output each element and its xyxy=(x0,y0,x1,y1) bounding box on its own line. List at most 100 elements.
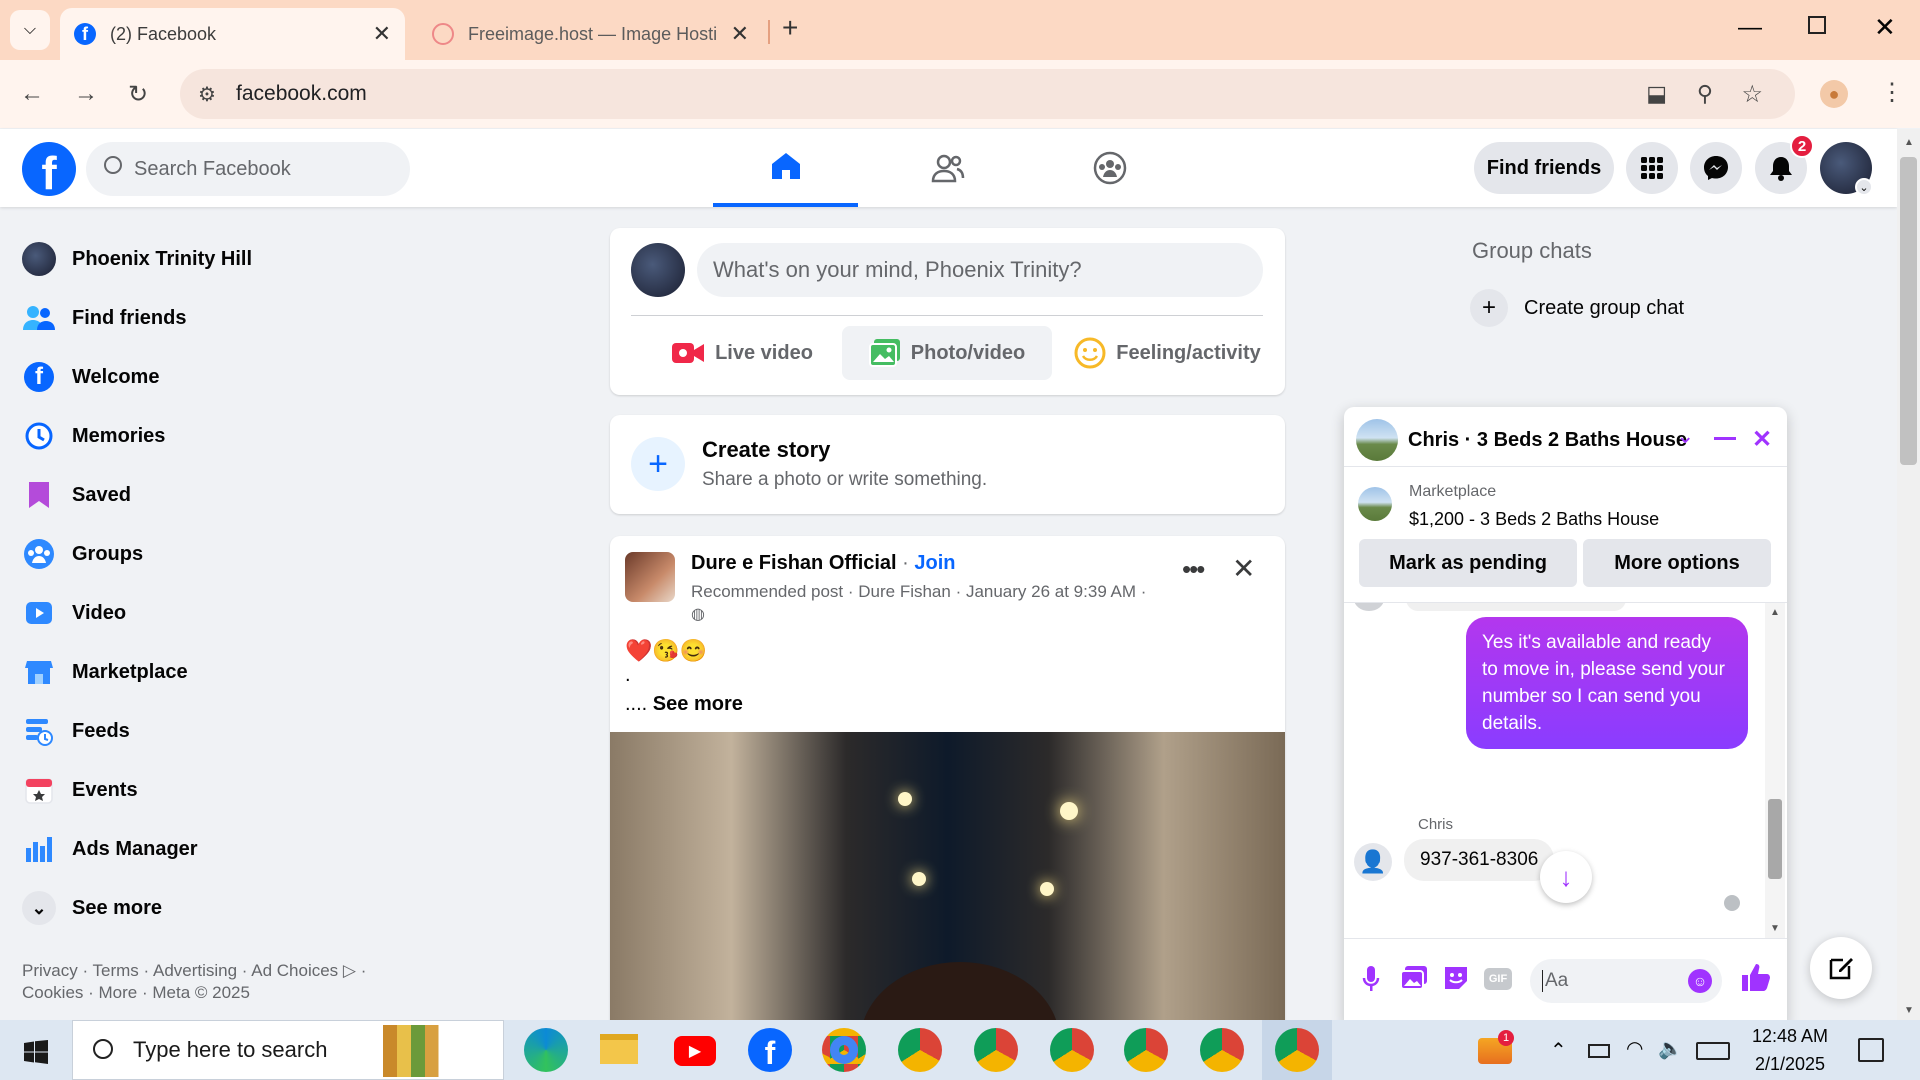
restore-icon[interactable] xyxy=(1808,16,1826,34)
photo-video-button[interactable]: Photo/video xyxy=(842,326,1052,380)
sidebar-item-see-more[interactable]: ⌄ See more xyxy=(22,883,162,933)
forward-icon[interactable]: → xyxy=(74,80,98,108)
chat-scrollbar[interactable]: ▲ ▼ xyxy=(1765,603,1785,938)
listing-title[interactable]: $1,200 - 3 Beds 2 Baths House xyxy=(1409,509,1659,530)
sidebar-item-welcome[interactable]: f Welcome xyxy=(22,352,159,402)
minimize-icon[interactable]: — xyxy=(1738,14,1762,42)
messenger-button[interactable] xyxy=(1690,142,1742,194)
sender-avatar-icon[interactable]: 👤 xyxy=(1354,843,1392,881)
sidebar-item-ads-manager[interactable]: Ads Manager xyxy=(22,824,198,874)
join-link[interactable]: Join xyxy=(914,552,955,574)
close-chat-icon[interactable]: ✕ xyxy=(1752,425,1772,454)
message-input[interactable]: Aa ☺ xyxy=(1530,959,1722,1003)
sticker-icon[interactable] xyxy=(1442,964,1470,992)
clock-date[interactable]: 2/1/2025 xyxy=(1748,1054,1832,1075)
chat-avatar[interactable] xyxy=(1356,419,1398,461)
scrollbar-thumb[interactable] xyxy=(1768,799,1782,879)
message-list[interactable]: Yes it's available and ready to move in,… xyxy=(1344,603,1787,938)
bookmark-star-icon[interactable]: ☆ xyxy=(1741,80,1763,109)
install-app-icon[interactable]: ⬓ xyxy=(1646,81,1667,107)
tab-freeimage[interactable]: Freeimage.host — Image Hosti ✕ xyxy=(418,8,763,60)
chrome-profile-icon[interactable] xyxy=(822,1028,866,1072)
new-message-button[interactable] xyxy=(1810,937,1872,999)
edge-icon[interactable] xyxy=(524,1028,568,1072)
composer-input[interactable]: What's on your mind, Phoenix Trinity? xyxy=(697,243,1263,297)
windows-start-icon[interactable] xyxy=(24,1040,48,1064)
post-image[interactable] xyxy=(610,732,1285,1036)
tab-search-button[interactable]: ⌵ xyxy=(10,10,50,50)
more-options-button[interactable]: More options xyxy=(1583,539,1771,587)
close-tab-icon[interactable]: ✕ xyxy=(731,21,749,47)
address-bar[interactable]: ⚙ facebook.com ⬓ ⚲ ☆ xyxy=(180,69,1795,119)
footer-line[interactable]: Cookies · More · Meta © 2025 xyxy=(22,982,402,1004)
facebook-app-icon[interactable]: f xyxy=(748,1028,792,1072)
scroll-down-icon[interactable]: ▼ xyxy=(1770,923,1780,934)
sidebar-item-events[interactable]: Events xyxy=(22,765,138,815)
post-author-avatar[interactable] xyxy=(625,552,675,602)
wifi-icon[interactable]: ◠ xyxy=(1626,1036,1643,1061)
image-icon[interactable] xyxy=(1400,965,1428,991)
chat-header[interactable]: Chris · 3 Beds 2 Baths House ⌄ ✕ xyxy=(1344,407,1787,467)
menu-grid-button[interactable] xyxy=(1626,142,1678,194)
browser-menu-icon[interactable]: ⋮ xyxy=(1880,78,1904,107)
outgoing-message[interactable]: Yes it's available and ready to move in,… xyxy=(1466,617,1748,749)
sidebar-item-marketplace[interactable]: Marketplace xyxy=(22,647,188,697)
scroll-up-icon[interactable]: ▲ xyxy=(1770,607,1780,618)
zoom-icon[interactable]: ⚲ xyxy=(1697,81,1713,107)
listing-avatar[interactable] xyxy=(1358,487,1392,521)
page-scrollbar[interactable]: ▲ ▼ xyxy=(1897,129,1920,1020)
chrome-profile-icon[interactable] xyxy=(974,1028,1018,1072)
post-close-icon[interactable]: ✕ xyxy=(1232,552,1255,585)
file-explorer-icon[interactable] xyxy=(600,1034,638,1064)
scroll-to-bottom-button[interactable]: ↓ xyxy=(1540,851,1592,903)
chrome-profile-icon[interactable] xyxy=(1200,1028,1244,1072)
reload-icon[interactable]: ↻ xyxy=(128,80,148,109)
sidebar-item-feeds[interactable]: Feeds xyxy=(22,706,130,756)
chat-title[interactable]: Chris · 3 Beds 2 Baths House xyxy=(1408,429,1687,452)
taskbar-search-box[interactable]: Type here to search xyxy=(72,1020,504,1080)
battery-icon[interactable] xyxy=(1588,1044,1610,1058)
nav-groups-tab[interactable] xyxy=(1037,129,1182,207)
scroll-up-icon[interactable]: ▲ xyxy=(1904,137,1914,148)
tab-facebook[interactable]: f (2) Facebook ✕ xyxy=(60,8,405,60)
create-group-chat-button[interactable]: + Create group chat xyxy=(1470,286,1684,330)
sidebar-item-profile[interactable]: Phoenix Trinity Hill xyxy=(22,234,252,284)
gif-icon[interactable]: GIF xyxy=(1484,968,1512,990)
footer-links[interactable]: Privacy · Terms · Advertising · Ad Choic… xyxy=(22,960,402,1004)
back-icon[interactable]: ← xyxy=(20,80,44,108)
notification-center-icon[interactable] xyxy=(1858,1038,1884,1062)
clock-time[interactable]: 12:48 AM xyxy=(1748,1026,1832,1047)
nav-friends-tab[interactable] xyxy=(875,129,1020,207)
chevron-down-icon[interactable]: ⌄ xyxy=(1676,423,1694,449)
search-input[interactable]: Search Facebook xyxy=(86,142,410,196)
composer-avatar[interactable] xyxy=(631,243,685,297)
create-story-card[interactable]: + Create story Share a photo or write so… xyxy=(610,415,1285,514)
see-more-link[interactable]: See more xyxy=(653,693,743,715)
active-app-highlight[interactable] xyxy=(1262,1020,1332,1080)
find-friends-button[interactable]: Find friends xyxy=(1474,142,1614,194)
close-tab-icon[interactable]: ✕ xyxy=(373,21,391,47)
post-author[interactable]: Dure e Fishan Official xyxy=(691,552,897,574)
nav-home-tab[interactable] xyxy=(713,129,858,207)
keyboard-icon[interactable] xyxy=(1696,1042,1730,1060)
new-tab-icon[interactable]: + xyxy=(782,12,798,44)
close-window-icon[interactable]: ✕ xyxy=(1874,12,1896,43)
thumbs-up-icon[interactable] xyxy=(1740,961,1772,993)
scroll-down-icon[interactable]: ▼ xyxy=(1904,1005,1914,1016)
facebook-logo-icon[interactable]: f xyxy=(22,142,76,199)
feeling-activity-button[interactable]: Feeling/activity xyxy=(1060,326,1275,380)
scrollbar-thumb[interactable] xyxy=(1900,157,1917,465)
incoming-message[interactable]: 937-361-8306 xyxy=(1404,839,1555,881)
youtube-icon[interactable]: ▶ xyxy=(674,1036,716,1066)
minimize-chat-icon[interactable] xyxy=(1714,437,1736,440)
mark-as-pending-button[interactable]: Mark as pending xyxy=(1359,539,1577,587)
sidebar-item-find-friends[interactable]: Find friends xyxy=(22,293,186,343)
chrome-profile-icon[interactable] xyxy=(1050,1028,1094,1072)
chrome-profile-icon[interactable] xyxy=(898,1028,942,1072)
footer-line[interactable]: Privacy · Terms · Advertising · Ad Choic… xyxy=(22,960,402,982)
emoji-icon[interactable]: ☺ xyxy=(1688,969,1712,993)
sidebar-item-memories[interactable]: Memories xyxy=(22,411,165,461)
microphone-icon[interactable] xyxy=(1362,965,1380,993)
volume-icon[interactable]: 🔈 xyxy=(1658,1036,1683,1061)
sidebar-item-groups[interactable]: Groups xyxy=(22,529,143,579)
